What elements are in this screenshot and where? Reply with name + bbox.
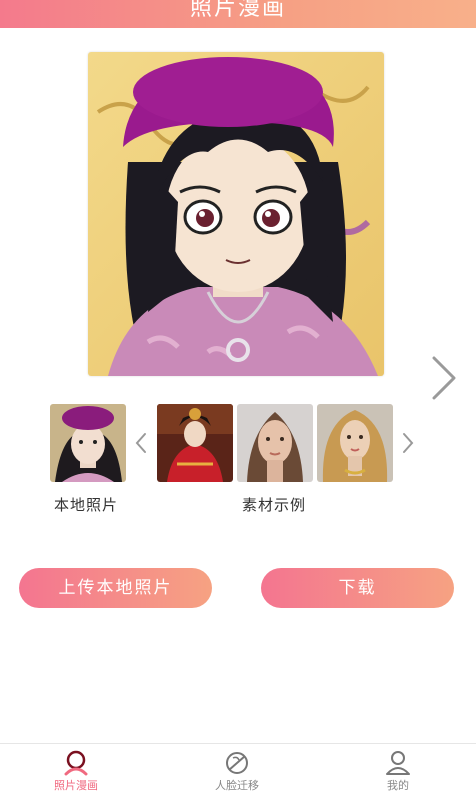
local-photo-thumbnail[interactable] [50,404,126,482]
chevron-left-icon [135,433,146,453]
download-button[interactable]: 下载 [261,568,454,608]
sample-thumbnail-2[interactable] [237,404,313,482]
tab-face-swap[interactable]: 人脸迁移 [177,744,297,794]
samples-caption: 素材示例 [242,496,307,514]
top-bar: 照片漫画 [0,0,476,28]
person-pin-icon [64,750,88,776]
tab-label: 人脸迁移 [215,779,259,792]
local-photo-caption: 本地照片 [54,496,119,514]
chevron-right-icon [403,433,414,453]
cartoon-preview-image [88,52,384,376]
tab-label: 照片漫画 [54,779,98,792]
next-image-button[interactable] [426,352,462,404]
chevron-right-icon [430,354,458,402]
tab-photo-cartoon[interactable]: 照片漫画 [16,744,136,794]
gallery-next-button[interactable] [401,430,415,456]
tab-label: 我的 [387,779,409,792]
page-title: 照片漫画 [189,0,286,21]
user-icon [386,751,410,775]
sample-thumbnail-1[interactable] [157,404,233,482]
swap-face-icon [226,752,248,774]
upload-local-photo-button[interactable]: 上传本地照片 [19,568,212,608]
bottom-tab-bar: 照片漫画 人脸迁移 我的 [0,743,476,794]
tab-profile[interactable]: 我的 [338,744,458,794]
gallery-prev-button[interactable] [134,430,148,456]
sample-thumbnail-3[interactable] [317,404,393,482]
